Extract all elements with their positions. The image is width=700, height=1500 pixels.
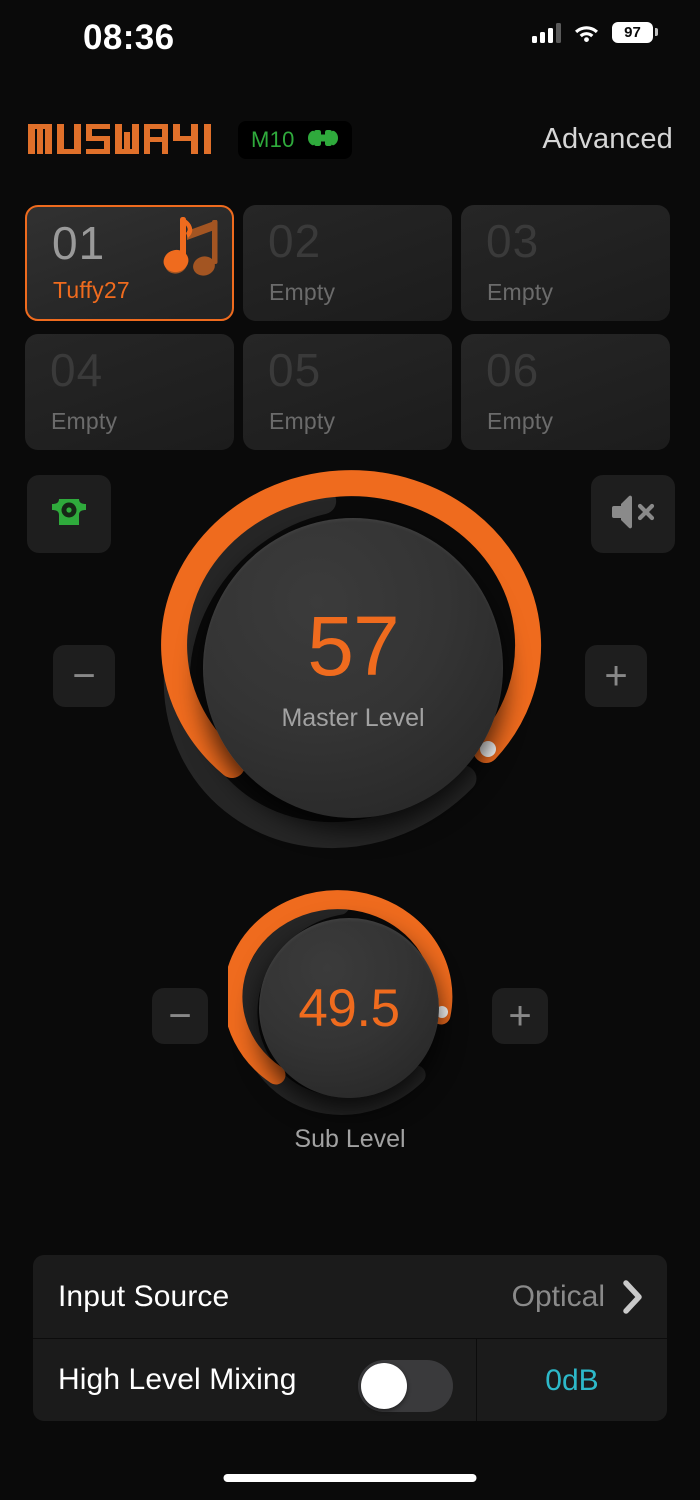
cellular-signal-icon bbox=[532, 22, 561, 43]
preset-number: 06 bbox=[486, 344, 540, 396]
input-source-value: Optical bbox=[511, 1279, 605, 1313]
music-note-icon bbox=[156, 209, 224, 294]
sub-level-caption: Sub Level bbox=[294, 1125, 406, 1153]
status-bar-clock: 08:36 bbox=[83, 18, 175, 57]
preset-number: 01 bbox=[52, 217, 106, 269]
preset-grid: 01 Tuffy27 02 Empty 03 Empty 04 Empty 05… bbox=[25, 205, 675, 450]
preset-tile-03[interactable]: 03 Empty bbox=[461, 205, 670, 321]
input-source-label: Input Source bbox=[58, 1279, 230, 1313]
preset-label: Empty bbox=[51, 408, 118, 434]
master-dial-face: 57 Master Level bbox=[203, 518, 503, 818]
master-level-dial[interactable]: 57 Master Level bbox=[148, 470, 558, 850]
battery-icon: 97 bbox=[612, 22, 658, 43]
device-badge[interactable]: M10 bbox=[238, 121, 352, 159]
high-level-mixing-label: High Level Mixing bbox=[58, 1363, 297, 1396]
preset-tile-06[interactable]: 06 Empty bbox=[461, 334, 670, 450]
master-level-section: − + 57 Master Level bbox=[0, 470, 700, 870]
battery-level-text: 97 bbox=[624, 24, 641, 41]
advanced-button[interactable]: Advanced bbox=[542, 123, 673, 156]
musway-logo bbox=[28, 122, 220, 156]
high-level-mixing-db-value[interactable]: 0dB bbox=[476, 1339, 667, 1421]
preset-tile-02[interactable]: 02 Empty bbox=[243, 205, 452, 321]
sub-level-section: − + 49.5 Sub Level bbox=[0, 890, 700, 1180]
chevron-right-icon bbox=[622, 1279, 644, 1315]
master-decrement-button[interactable]: − bbox=[53, 645, 115, 707]
toggle-knob bbox=[361, 1363, 407, 1409]
speaker-mute-icon bbox=[610, 493, 656, 536]
preset-number: 05 bbox=[268, 344, 322, 396]
subwoofer-output-button[interactable] bbox=[27, 475, 111, 553]
mute-button[interactable] bbox=[591, 475, 675, 553]
master-increment-button[interactable]: + bbox=[585, 645, 647, 707]
preset-tile-01[interactable]: 01 Tuffy27 bbox=[25, 205, 234, 321]
preset-label: Empty bbox=[487, 408, 554, 434]
preset-tile-04[interactable]: 04 Empty bbox=[25, 334, 234, 450]
sub-level-value: 49.5 bbox=[298, 978, 400, 1038]
device-model-label: M10 bbox=[251, 127, 295, 152]
preset-label: Empty bbox=[269, 279, 336, 305]
input-source-row[interactable]: Input Source Optical bbox=[33, 1255, 667, 1338]
master-level-value: 57 bbox=[307, 598, 399, 693]
high-level-mixing-toggle[interactable] bbox=[358, 1360, 453, 1412]
status-bar: 08:36 97 bbox=[0, 0, 700, 72]
preset-label: Tuffy27 bbox=[53, 277, 130, 303]
sub-decrement-button[interactable]: − bbox=[152, 988, 208, 1044]
preset-label: Empty bbox=[269, 408, 336, 434]
home-indicator[interactable] bbox=[223, 1474, 477, 1482]
preset-number: 02 bbox=[268, 215, 322, 267]
sub-increment-button[interactable]: + bbox=[492, 988, 548, 1044]
preset-tile-05[interactable]: 05 Empty bbox=[243, 334, 452, 450]
wifi-icon bbox=[574, 23, 599, 42]
master-level-caption: Master Level bbox=[281, 703, 425, 732]
high-level-mixing-row: High Level Mixing 0dB bbox=[33, 1338, 667, 1421]
subwoofer-output-icon bbox=[47, 493, 91, 536]
sub-dial-face: 49.5 bbox=[259, 918, 439, 1098]
status-bar-indicators: 97 bbox=[532, 22, 658, 43]
settings-list: Input Source Optical High Level Mixing 0… bbox=[33, 1255, 667, 1421]
preset-label: Empty bbox=[487, 279, 554, 305]
preset-number: 04 bbox=[50, 344, 104, 396]
app-screen: 08:36 97 M10 Advanced 01 Tuffy27 02 Empt… bbox=[0, 0, 700, 1500]
plug-connector-icon bbox=[305, 127, 341, 154]
preset-number: 03 bbox=[486, 215, 540, 267]
sub-level-dial[interactable]: 49.5 bbox=[228, 890, 472, 1115]
app-header: M10 Advanced bbox=[0, 121, 700, 178]
